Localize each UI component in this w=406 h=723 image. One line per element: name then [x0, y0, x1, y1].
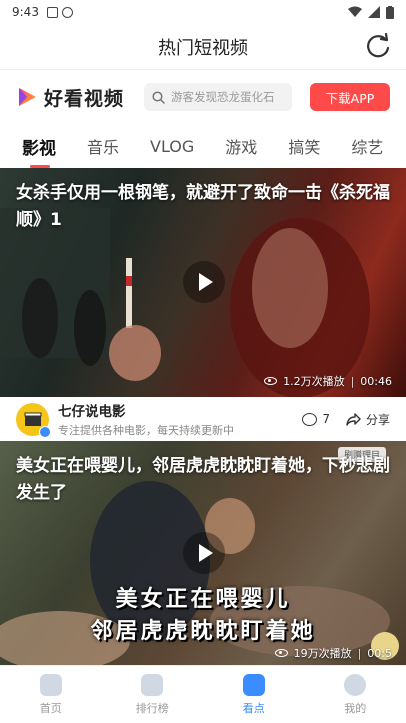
title-bar: 热门短视频	[0, 24, 406, 70]
nav-label: 我的	[344, 701, 367, 715]
notification-icon	[46, 6, 58, 18]
nav-profile[interactable]: 我的	[305, 666, 406, 723]
home-icon	[39, 673, 62, 696]
subtitle-line-1: 美女正在喂婴儿	[115, 587, 291, 612]
video-thumbnail[interactable]: 女杀手仅用一根钢笔，就避开了致命一击《杀死福顺》1 1.2万次播放 | 00:4…	[0, 168, 406, 397]
signal-icon	[368, 6, 380, 18]
comment-count: 7	[322, 412, 330, 426]
video-meta: 1.2万次播放 | 00:46	[264, 373, 392, 389]
subtitle-line-2: 邻居虎虎眈眈盯着她	[90, 619, 316, 644]
nav-label: 首页	[39, 701, 62, 715]
comment-button[interactable]: 7	[302, 412, 330, 426]
verified-badge-icon	[39, 425, 51, 438]
battery-icon	[386, 5, 394, 19]
nav-ranking[interactable]: 排行榜	[102, 666, 204, 723]
wifi-icon	[348, 6, 362, 17]
profile-icon	[344, 673, 367, 696]
brand-name: 好看视频	[44, 87, 125, 110]
search-icon	[152, 90, 165, 104]
search-box[interactable]	[144, 83, 293, 111]
author-name[interactable]: 七仔说电影	[58, 400, 234, 420]
play-count: 19万次播放	[293, 647, 352, 660]
status-time: 9:43	[12, 5, 39, 19]
comment-icon	[302, 412, 318, 426]
video-card: 女杀手仅用一根钢笔，就避开了致命一击《杀死福顺》1 1.2万次播放 | 00:4…	[0, 168, 406, 441]
brand-logo[interactable]: 好看视频	[16, 84, 124, 111]
tab-funny[interactable]: 搞笑	[288, 134, 320, 158]
brand-bar: 好看视频 下载APP	[0, 70, 406, 124]
share-label: 分享	[365, 412, 390, 427]
video-duration: 00:5	[367, 646, 392, 660]
video-title: 美女正在喂婴儿，邻居虎虎眈眈盯着她，下秒悲剧发生了	[16, 456, 390, 503]
page-title: 热门短视频	[158, 37, 248, 59]
logo-icon	[19, 88, 36, 106]
play-icon[interactable]	[183, 261, 225, 303]
video-thumbnail[interactable]: 刷赠理目 美女正在喂婴儿，邻居虎虎眈眈盯着她，下秒悲剧发生了 美女正在喂婴儿 邻…	[0, 441, 406, 667]
app-root: 9:43 热门短视频 好看视频 下载	[0, 0, 406, 723]
video-meta: 19万次播放 | 00:5	[274, 645, 392, 661]
author-description: 专注提供各种电影，每天持续更新中	[58, 424, 234, 437]
highlights-icon	[242, 673, 265, 696]
tab-variety[interactable]: 综艺	[351, 134, 383, 158]
nav-highlights[interactable]: 看点	[203, 666, 305, 723]
search-input[interactable]	[171, 90, 282, 104]
shield-icon	[61, 6, 73, 18]
play-count: 1.2万次播放	[283, 375, 345, 388]
ranking-icon	[141, 673, 164, 696]
category-tabs: 影视 音乐 VLOG 游戏 搞笑 综艺 娱	[0, 124, 406, 168]
share-button[interactable]: 分享	[346, 411, 390, 428]
video-card: 刷赠理目 美女正在喂婴儿，邻居虎虎眈眈盯着她，下秒悲剧发生了 美女正在喂婴儿 邻…	[0, 441, 406, 667]
tab-music[interactable]: 音乐	[87, 134, 119, 158]
bottom-nav: 首页 排行榜 看点 我的	[0, 665, 406, 723]
views-icon	[264, 377, 278, 385]
nav-label: 排行榜	[135, 701, 169, 715]
tab-games[interactable]: 游戏	[225, 134, 257, 158]
video-title: 女杀手仅用一根钢笔，就避开了致命一击《杀死福顺》1	[16, 183, 390, 230]
avatar[interactable]	[16, 402, 51, 438]
status-bar: 9:43	[0, 0, 406, 24]
play-icon[interactable]	[183, 532, 225, 574]
nav-label: 看点	[242, 701, 265, 715]
refresh-icon[interactable]	[364, 32, 392, 60]
share-icon	[346, 412, 361, 426]
tab-movies[interactable]: 影视	[22, 134, 56, 168]
download-app-button[interactable]: 下载APP	[310, 83, 390, 111]
tab-vlog[interactable]: VLOG	[150, 137, 194, 156]
views-icon	[274, 649, 288, 657]
clapperboard-icon	[24, 412, 41, 426]
nav-home[interactable]: 首页	[0, 666, 102, 723]
author-row: 七仔说电影 专注提供各种电影，每天持续更新中 7 分享	[0, 397, 406, 441]
video-duration: 00:46	[360, 374, 392, 388]
